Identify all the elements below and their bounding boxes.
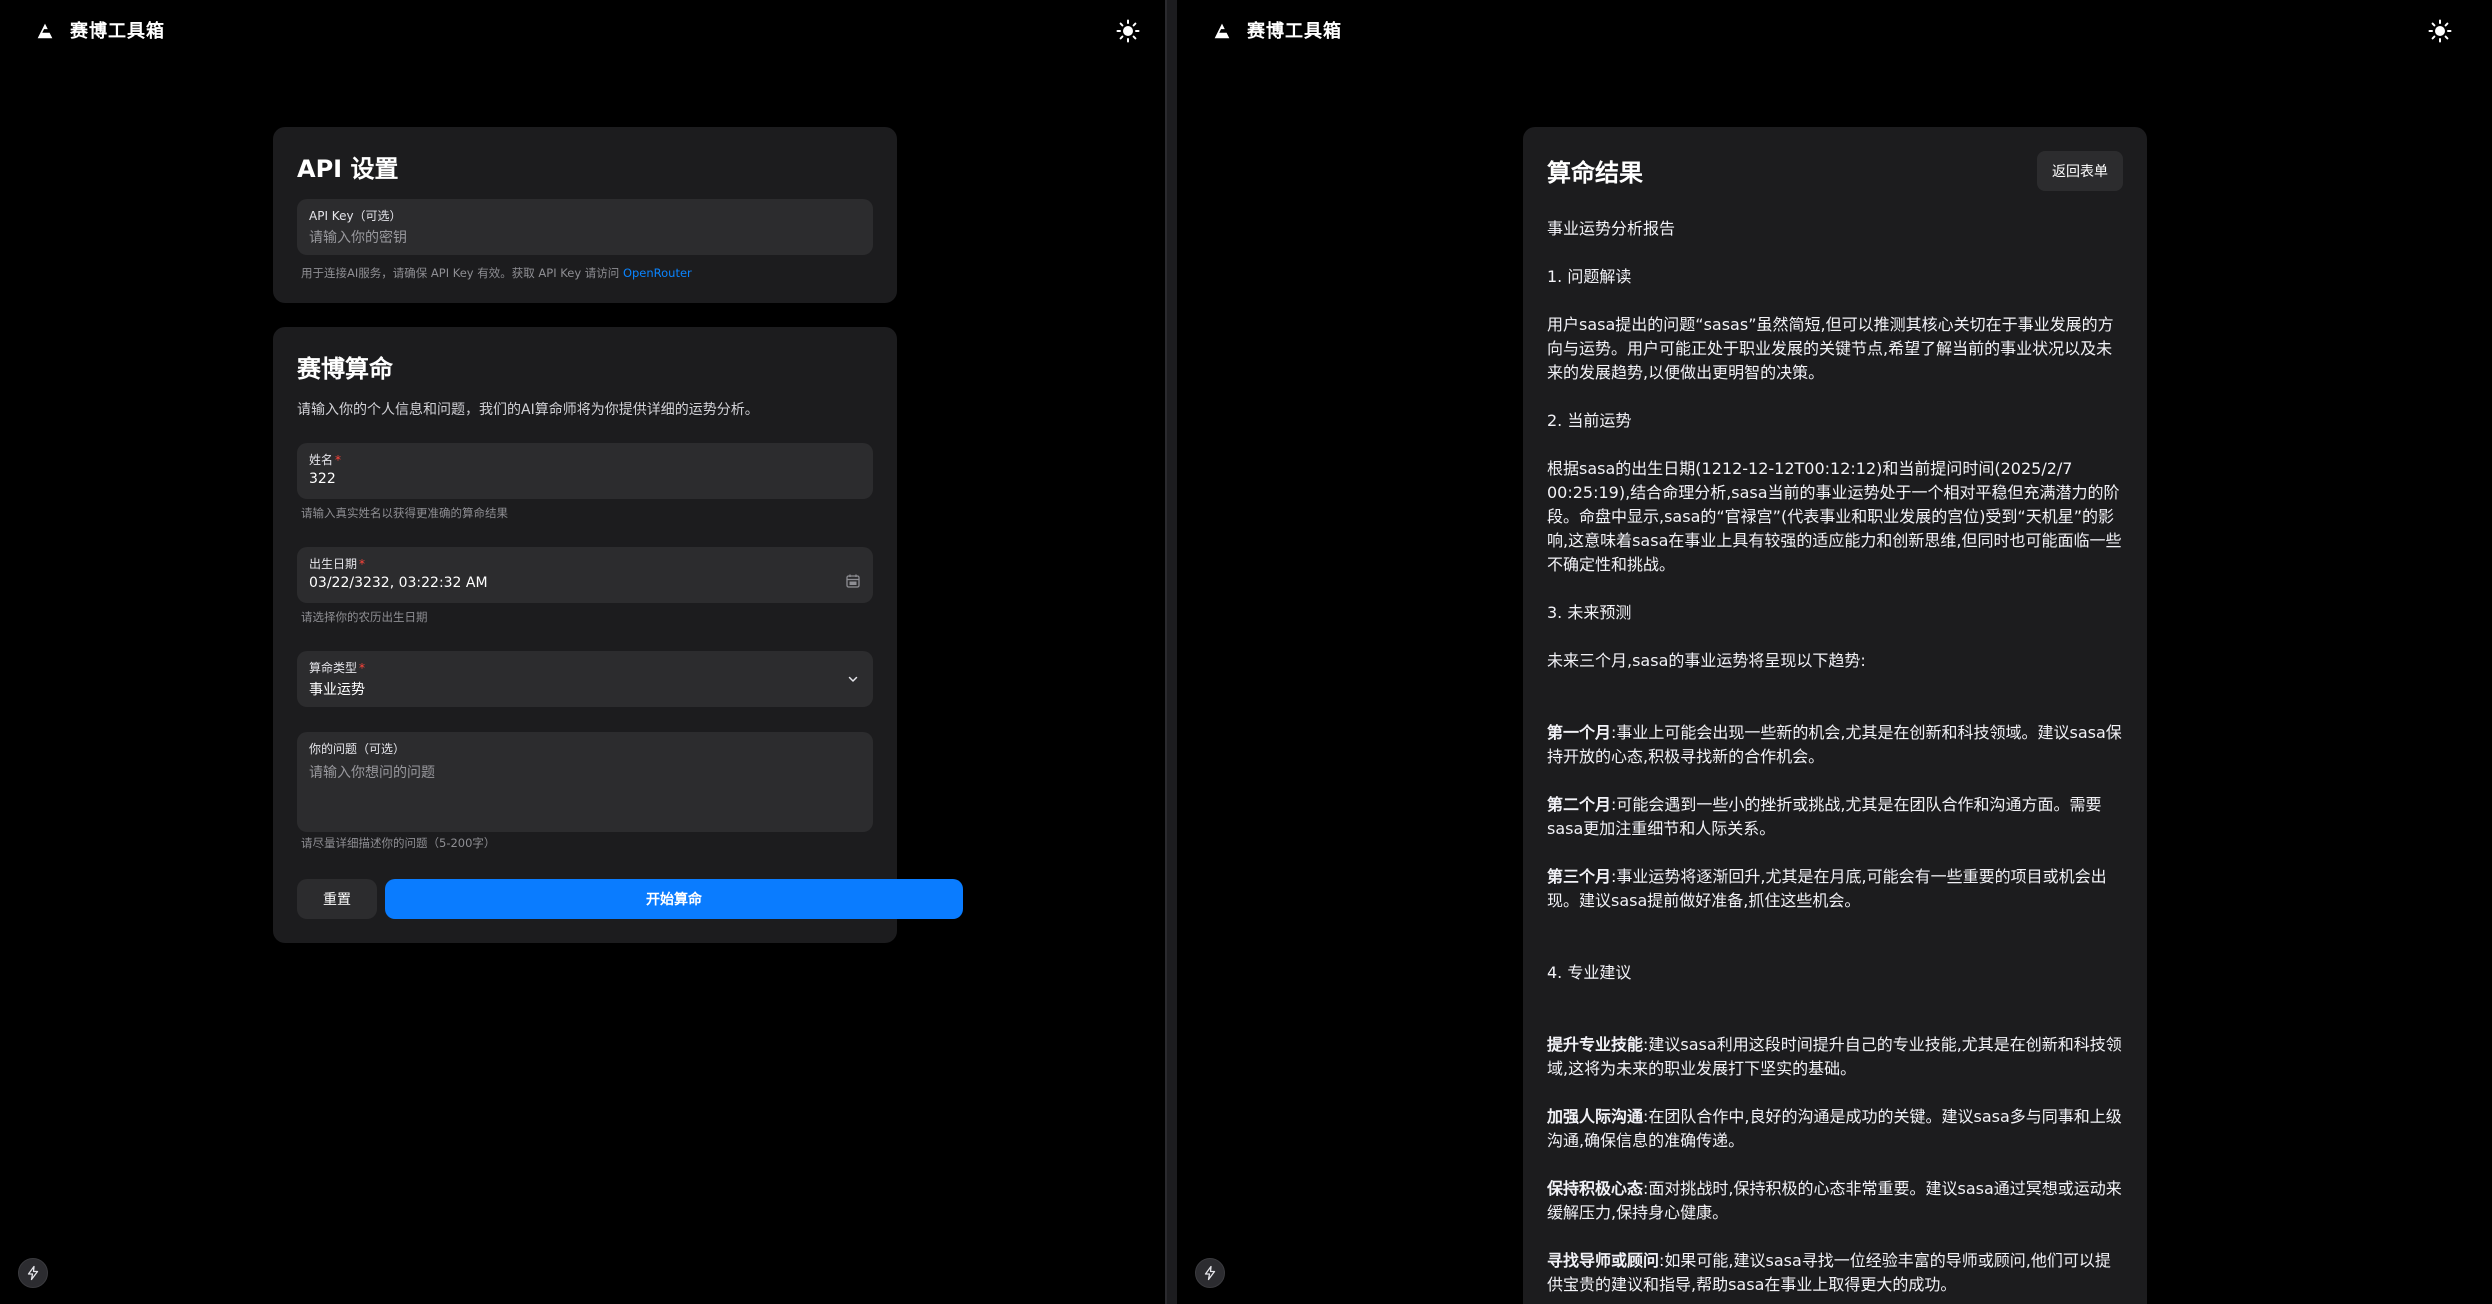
bolt-icon [1204, 1265, 1216, 1281]
api-key-field[interactable]: API Key（可选） 请输入你的密钥 [297, 199, 873, 255]
advice-label: 提升专业技能 [1547, 1035, 1644, 1054]
section-heading: 2. 当前运势 [1547, 411, 1632, 430]
start-fortune-button[interactable]: 开始算命 [385, 879, 963, 919]
brand-name: 赛博工具箱 [70, 21, 165, 42]
dev-tools-button[interactable] [18, 1258, 48, 1288]
advice-item: 提升专业技能:建议sasa利用这段时间提升自己的专业技能,尤其是在创新和科技领域… [1547, 1033, 2123, 1081]
question-label: 你的问题（可选） [309, 742, 406, 756]
brand[interactable]: 赛博工具箱 [1211, 17, 1342, 43]
section-text: 根据sasa的出生日期(1212-12-12T00:12:12)和当前提问时间(… [1547, 459, 2122, 574]
forecast-item: 第三个月:事业运势将逐渐回升,尤其是在月底,可能会有一些重要的项目或机会出现。建… [1547, 865, 2123, 913]
forecast-label: 第三个月 [1547, 867, 1612, 886]
birth-date-input[interactable]: 03/22/3232, 03:22:32 AM [309, 575, 488, 591]
name-input[interactable]: 322 [309, 471, 336, 487]
required-mark: * [335, 453, 342, 467]
result-card: 算命结果 返回表单 事业运势分析报告 1. 问题解读 用户sasa提出的问题“s… [1523, 127, 2147, 1304]
back-to-form-button[interactable]: 返回表单 [2037, 151, 2123, 191]
forecast-text: :事业运势将逐渐回升,尤其是在月底,可能会有一些重要的项目或机会出现。建议sas… [1547, 867, 2107, 910]
brand-name: 赛博工具箱 [1247, 21, 1342, 42]
right-pane: 赛博工具箱 算命结果 返回表单 事业运势分析报告 1. 问题解读 用户sasa提… [1177, 0, 2492, 1304]
fortune-form-card: 赛博算命 请输入你的个人信息和问题，我们的AI算命师将为你提供详细的运势分析。 … [273, 327, 963, 943]
forecast-text: :事业上可能会出现一些新的机会,尤其是在创新和科技领域。建议sasa保持开放的心… [1547, 723, 2122, 766]
name-field[interactable]: 姓名 * 322 [297, 443, 873, 499]
birth-date-hint: 请选择你的农历出生日期 [301, 610, 428, 624]
section-text: 未来三个月,sasa的事业运势将呈现以下趋势: [1547, 651, 1866, 670]
result-content: 事业运势分析报告 1. 问题解读 用户sasa提出的问题“sasas”虽然简短,… [1547, 217, 2123, 1304]
report-title: 事业运势分析报告 [1547, 219, 1676, 238]
name-label-text: 姓名 [309, 453, 334, 467]
sun-icon [1116, 19, 1140, 43]
section-heading: 1. 问题解读 [1547, 267, 1632, 286]
question-hint: 请尽量详细描述你的问题（5-200字） [301, 836, 496, 850]
fortune-type-label-text: 算命类型 [309, 661, 358, 675]
pane-divider[interactable] [1167, 0, 1177, 1304]
sun-icon [2428, 19, 2452, 43]
form-description: 请输入你的个人信息和问题，我们的AI算命师将为你提供详细的运势分析。 [297, 402, 759, 418]
top-bar: 赛博工具箱 [1177, 0, 2492, 62]
brand[interactable]: 赛博工具箱 [34, 17, 165, 43]
reset-button[interactable]: 重置 [297, 879, 377, 919]
question-textarea[interactable]: 请输入你想问的问题 [309, 762, 435, 782]
advice-item: 寻找导师或顾问:如果可能,建议sasa寻找一位经验丰富的导师或顾问,他们可以提供… [1547, 1249, 2123, 1297]
advice-label: 加强人际沟通 [1547, 1107, 1644, 1126]
api-key-hint: 用于连接AI服务，请确保 API Key 有效。获取 API Key 请访问 O… [301, 265, 692, 281]
api-key-hint-text: 用于连接AI服务，请确保 API Key 有效。获取 API Key 请访问 [301, 266, 620, 280]
theme-toggle-button[interactable] [1115, 18, 1141, 44]
logo-icon [1214, 23, 1230, 39]
section-text: 用户sasa提出的问题“sasas”虽然简短,但可以推测其核心关切在于事业发展的… [1547, 315, 2114, 382]
advice-item: 加强人际沟通:在团队合作中,良好的沟通是成功的关键。建议sasa多与同事和上级沟… [1547, 1105, 2123, 1153]
api-settings-title: API 设置 [297, 155, 399, 183]
birth-date-label: 出生日期 * [309, 555, 365, 572]
forecast-item: 第一个月:事业上可能会出现一些新的机会,尤其是在创新和科技领域。建议sasa保持… [1547, 721, 2123, 769]
calendar-icon[interactable] [845, 573, 861, 589]
logo-icon [37, 23, 53, 39]
required-mark: * [359, 661, 366, 675]
api-key-input[interactable]: 请输入你的密钥 [309, 227, 407, 247]
forecast-item: 第二个月:可能会遇到一些小的挫折或挑战,尤其是在团队合作和沟通方面。需要sasa… [1547, 793, 2123, 841]
advice-label: 寻找导师或顾问 [1547, 1251, 1660, 1270]
api-key-label: API Key（可选） [309, 209, 402, 223]
dev-tools-button[interactable] [1195, 1258, 1225, 1288]
left-pane: 赛博工具箱 API 设置 API Key（可选） 请输入你的密钥 用于连接AI服… [0, 0, 1167, 1304]
fortune-type-value: 事业运势 [309, 682, 365, 698]
fortune-type-label: 算命类型 * [309, 659, 365, 676]
birth-date-label-text: 出生日期 [309, 557, 358, 571]
section-heading: 4. 专业建议 [1547, 963, 1632, 982]
advice-item: 保持积极心态:面对挑战时,保持积极的心态非常重要。建议sasa通过冥想或运动来缓… [1547, 1177, 2123, 1225]
advice-label: 保持积极心态 [1547, 1179, 1644, 1198]
chevron-down-icon [848, 676, 858, 682]
api-settings-card: API 设置 API Key（可选） 请输入你的密钥 用于连接AI服务，请确保 … [273, 127, 897, 303]
theme-toggle-button[interactable] [2427, 18, 2453, 44]
name-hint: 请输入真实姓名以获得更准确的算命结果 [301, 506, 508, 520]
forecast-label: 第一个月 [1547, 723, 1612, 742]
name-label: 姓名 * [309, 451, 341, 468]
forecast-label: 第二个月 [1547, 795, 1612, 814]
forecast-text: :可能会遇到一些小的挫折或挑战,尤其是在团队合作和沟通方面。需要sasa更加注重… [1547, 795, 2102, 838]
fortune-type-select[interactable]: 算命类型 * 事业运势 [297, 651, 873, 707]
required-mark: * [359, 557, 366, 571]
question-field[interactable]: 你的问题（可选） 请输入你想问的问题 [297, 732, 873, 832]
bolt-icon [27, 1265, 39, 1281]
openrouter-link[interactable]: OpenRouter [623, 266, 692, 280]
result-title: 算命结果 [1547, 159, 1643, 187]
birth-date-field[interactable]: 出生日期 * 03/22/3232, 03:22:32 AM [297, 547, 873, 603]
top-bar: 赛博工具箱 [0, 0, 1165, 62]
section-heading: 3. 未来预测 [1547, 603, 1632, 622]
form-title: 赛博算命 [297, 355, 393, 383]
